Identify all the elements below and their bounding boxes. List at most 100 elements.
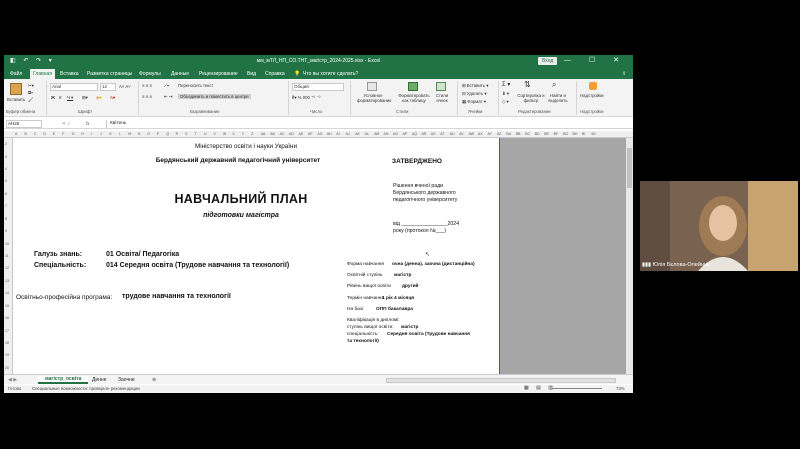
window-controls[interactable]: — ☐ ✕ bbox=[564, 56, 627, 64]
column-header[interactable]: N bbox=[138, 132, 141, 136]
column-header[interactable]: AK bbox=[355, 132, 360, 136]
column-header[interactable]: AF bbox=[308, 132, 312, 136]
tab-page-layout[interactable]: Разметка страницы bbox=[87, 71, 132, 77]
formula-input[interactable]: Квітень bbox=[106, 120, 626, 128]
add-ins-icon[interactable] bbox=[589, 82, 597, 90]
column-header[interactable]: BG bbox=[563, 132, 568, 136]
formula-cancel-confirm-icons[interactable]: ✕ ✓ bbox=[62, 121, 71, 127]
column-header[interactable]: D bbox=[43, 132, 46, 136]
column-header[interactable]: AQ bbox=[412, 132, 417, 136]
column-header[interactable]: BD bbox=[535, 132, 540, 136]
column-header[interactable]: G bbox=[72, 132, 75, 136]
row-header[interactable]: 16 bbox=[5, 316, 9, 320]
column-header[interactable]: AH bbox=[327, 132, 332, 136]
merge-center-button[interactable]: Объединить и поместить в центре bbox=[178, 94, 251, 99]
column-header[interactable]: BI bbox=[582, 132, 585, 136]
cell-styles-icon[interactable] bbox=[436, 82, 446, 91]
italic-icon[interactable]: К bbox=[59, 95, 62, 100]
top-align-icon[interactable]: ≡ ≡ ≡ bbox=[142, 83, 152, 88]
sheet-tab-master-education[interactable]: магістр_освіта bbox=[38, 376, 89, 384]
column-header[interactable]: AI bbox=[336, 132, 339, 136]
add-ins-button[interactable]: Надстройки bbox=[580, 93, 604, 98]
column-header[interactable]: M bbox=[128, 132, 131, 136]
row-header[interactable]: 7 bbox=[5, 204, 7, 208]
column-header[interactable]: AN bbox=[384, 132, 389, 136]
font-name-select[interactable]: Arial bbox=[50, 83, 98, 91]
zoom-level[interactable]: 73% bbox=[616, 386, 625, 391]
orientation-icon[interactable]: ⟋▾ bbox=[164, 83, 169, 88]
column-header[interactable]: AJ bbox=[346, 132, 350, 136]
column-header[interactable]: U bbox=[204, 132, 207, 136]
column-header[interactable]: AR bbox=[421, 132, 426, 136]
fill-icon[interactable]: ⬇ ▾ bbox=[502, 91, 509, 96]
column-header[interactable]: AD bbox=[289, 132, 294, 136]
column-header[interactable]: AT bbox=[440, 132, 444, 136]
column-header[interactable]: V bbox=[213, 132, 215, 136]
tab-help[interactable]: Справка bbox=[265, 71, 285, 77]
tell-me-box[interactable]: Что вы хотите сделать? bbox=[303, 71, 358, 77]
tab-home[interactable]: Главная bbox=[30, 69, 56, 79]
column-header[interactable]: T bbox=[195, 132, 197, 136]
column-header[interactable]: BJ bbox=[591, 132, 595, 136]
column-header[interactable]: AY bbox=[488, 132, 492, 136]
format-painter-icon[interactable]: 🖌 bbox=[28, 97, 33, 102]
column-header[interactable]: B bbox=[24, 132, 26, 136]
format-cells-button[interactable]: ▦ Формат ▾ bbox=[462, 99, 486, 104]
wrap-text-button[interactable]: Переносить текст bbox=[178, 83, 213, 88]
tab-review[interactable]: Рецензирование bbox=[199, 71, 238, 77]
copy-icon[interactable]: ⧉▾ bbox=[28, 90, 33, 95]
scroll-thumb[interactable] bbox=[627, 148, 632, 188]
row-header[interactable]: 19 bbox=[5, 353, 9, 357]
sort-filter-icon[interactable]: ⇅ bbox=[524, 81, 531, 89]
paste-button[interactable]: Вставить bbox=[7, 97, 25, 102]
column-header[interactable]: Z bbox=[251, 132, 253, 136]
column-header[interactable]: R bbox=[176, 132, 179, 136]
row-header[interactable]: 11 bbox=[5, 254, 9, 258]
borders-icon[interactable]: ⊞▾ bbox=[82, 95, 88, 100]
column-header[interactable]: H bbox=[81, 132, 84, 136]
row-header[interactable]: 14 bbox=[5, 291, 9, 295]
column-header[interactable]: P bbox=[157, 132, 159, 136]
column-header[interactable]: S bbox=[185, 132, 187, 136]
underline-icon[interactable]: Ч ▾ bbox=[67, 95, 73, 100]
row-header[interactable]: 15 bbox=[5, 304, 9, 308]
row-header[interactable]: 5 bbox=[5, 179, 7, 183]
align-icons[interactable]: ≡ ≡ ≡ bbox=[142, 94, 152, 99]
add-sheet-icon[interactable]: ⊕ bbox=[152, 377, 156, 383]
fill-color-icon[interactable]: ◈▾ bbox=[96, 95, 101, 100]
column-header[interactable]: BE bbox=[544, 132, 549, 136]
font-size-icons[interactable]: A˄ A˅ bbox=[119, 84, 131, 89]
column-header[interactable]: O bbox=[147, 132, 150, 136]
row-header[interactable]: 4 bbox=[5, 167, 7, 171]
column-header[interactable]: AO bbox=[393, 132, 398, 136]
bold-icon[interactable]: Ж bbox=[51, 95, 55, 100]
worksheet-grid[interactable]: Міністерство освіти і науки України Берд… bbox=[14, 138, 500, 374]
column-header[interactable]: Q bbox=[166, 132, 169, 136]
column-header[interactable]: C bbox=[34, 132, 37, 136]
sign-in-button[interactable]: Вход bbox=[538, 57, 558, 65]
column-header[interactable]: BH bbox=[573, 132, 578, 136]
row-header[interactable]: 8 bbox=[5, 217, 7, 221]
column-header[interactable]: BF bbox=[554, 132, 558, 136]
accessibility-status[interactable]: Специальные возможности: проверьте реком… bbox=[32, 386, 140, 391]
tab-formulas[interactable]: Формулы bbox=[139, 71, 161, 77]
share-icon[interactable]: ⇪ bbox=[622, 71, 626, 77]
column-header[interactable]: E bbox=[53, 132, 55, 136]
clear-icon[interactable]: ◇ ▾ bbox=[502, 99, 509, 104]
delete-cells-button[interactable]: ⊟ Удалить ▾ bbox=[462, 91, 487, 96]
row-header[interactable]: 12 bbox=[5, 266, 9, 270]
row-header[interactable]: 10 bbox=[5, 242, 9, 246]
column-header[interactable]: I bbox=[91, 132, 92, 136]
column-header[interactable]: AZ bbox=[497, 132, 501, 136]
indent-icons[interactable]: ⇤ ⇥ bbox=[164, 94, 172, 99]
column-header[interactable]: AV bbox=[459, 132, 463, 136]
column-header[interactable]: AW bbox=[469, 132, 475, 136]
tab-view[interactable]: Вид bbox=[247, 71, 256, 77]
column-header[interactable]: AE bbox=[299, 132, 304, 136]
column-header[interactable]: J bbox=[100, 132, 102, 136]
sort-filter-button[interactable]: Сортировка и фильтр bbox=[516, 93, 546, 103]
number-format-select[interactable]: Общий bbox=[292, 83, 344, 91]
tab-data[interactable]: Данные bbox=[171, 71, 189, 77]
column-header[interactable]: K bbox=[110, 132, 112, 136]
row-header[interactable]: 3 bbox=[5, 155, 7, 159]
